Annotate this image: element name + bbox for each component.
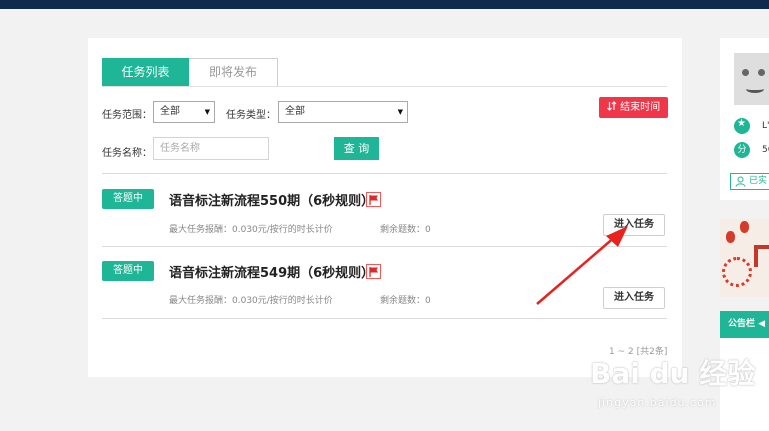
query-button[interactable]: 查 询 — [334, 137, 379, 160]
task-title[interactable]: 语音标注新流程550期（6秒规则） — [169, 190, 374, 209]
task-name-placeholder: 任务名称 — [160, 143, 200, 154]
user-profile-card: L' 分 56 已实 — [720, 38, 769, 200]
lantern-icon — [726, 231, 735, 243]
notice-content — [720, 338, 769, 431]
enter-task-button[interactable]: 进入任务 — [603, 287, 665, 309]
user-icon — [735, 176, 746, 187]
watermark-url: jingyan.baidu.com — [598, 396, 717, 409]
avatar[interactable] — [734, 53, 769, 105]
flag-icon — [366, 264, 381, 279]
enter-task-button[interactable]: 进入任务 — [603, 214, 665, 236]
task-name-input[interactable]: 任务名称 — [153, 137, 269, 160]
task-reward: 最大任务报酬：0.030元/按行的时长计价 — [169, 296, 333, 306]
chevron-down-icon: ▼ — [204, 108, 210, 116]
medal-icon — [734, 118, 750, 134]
festival-banner[interactable] — [720, 219, 769, 297]
pagination-info: 1 ~ 2 [共2条] — [609, 347, 668, 357]
task-tabs: 任务列表 即将发布 — [102, 58, 278, 87]
verified-label: 已实 — [749, 176, 768, 186]
list-divider — [102, 318, 667, 319]
top-nav-bar — [0, 0, 769, 9]
notice-bar[interactable]: 公告栏 ◀ — [720, 311, 769, 338]
task-reward: 最大任务报酬：0.030元/按行的时长计价 — [169, 225, 333, 235]
flag-icon — [366, 192, 381, 207]
range-select[interactable]: 全部 ▼ — [153, 101, 215, 123]
list-divider — [102, 173, 667, 174]
paper-cut-ornament — [722, 257, 752, 287]
tab-task-list[interactable]: 任务列表 — [102, 58, 189, 87]
sort-icon — [606, 101, 617, 111]
sort-end-time-label: 结束时间 — [620, 102, 661, 113]
score-icon: 分 — [734, 142, 750, 158]
task-remaining: 剩余题数：0 — [380, 225, 431, 235]
status-badge: 答题中 — [102, 189, 154, 209]
chevron-down-icon: ▼ — [397, 108, 403, 116]
tab-underline — [102, 86, 667, 87]
sort-end-time-button[interactable]: 结束时间 — [599, 97, 668, 118]
type-select-value: 全部 — [285, 106, 305, 117]
list-divider — [102, 246, 667, 247]
lantern-icon — [740, 221, 749, 233]
task-remaining: 剩余题数：0 — [380, 296, 431, 306]
task-title[interactable]: 语音标注新流程549期（6秒规则） — [169, 262, 374, 281]
range-label: 任务范围： — [102, 110, 152, 121]
user-score: 56 — [762, 145, 769, 155]
status-badge: 答题中 — [102, 261, 154, 281]
verified-button[interactable]: 已实 — [730, 173, 769, 190]
task-list-panel: 任务列表 即将发布 任务范围： 全部 ▼ 任务类型： 全部 ▼ 结束时间 任务名… — [88, 38, 682, 377]
calligraphy-ornament — [754, 245, 769, 267]
type-select[interactable]: 全部 ▼ — [278, 101, 408, 123]
range-select-value: 全部 — [160, 106, 180, 117]
name-label: 任务名称： — [102, 148, 152, 159]
user-name: L' — [762, 121, 769, 131]
megaphone-icon: ◀ — [758, 319, 766, 329]
tab-upcoming[interactable]: 即将发布 — [189, 58, 278, 87]
notice-label: 公告栏 — [728, 319, 756, 329]
type-label: 任务类型： — [226, 110, 276, 121]
